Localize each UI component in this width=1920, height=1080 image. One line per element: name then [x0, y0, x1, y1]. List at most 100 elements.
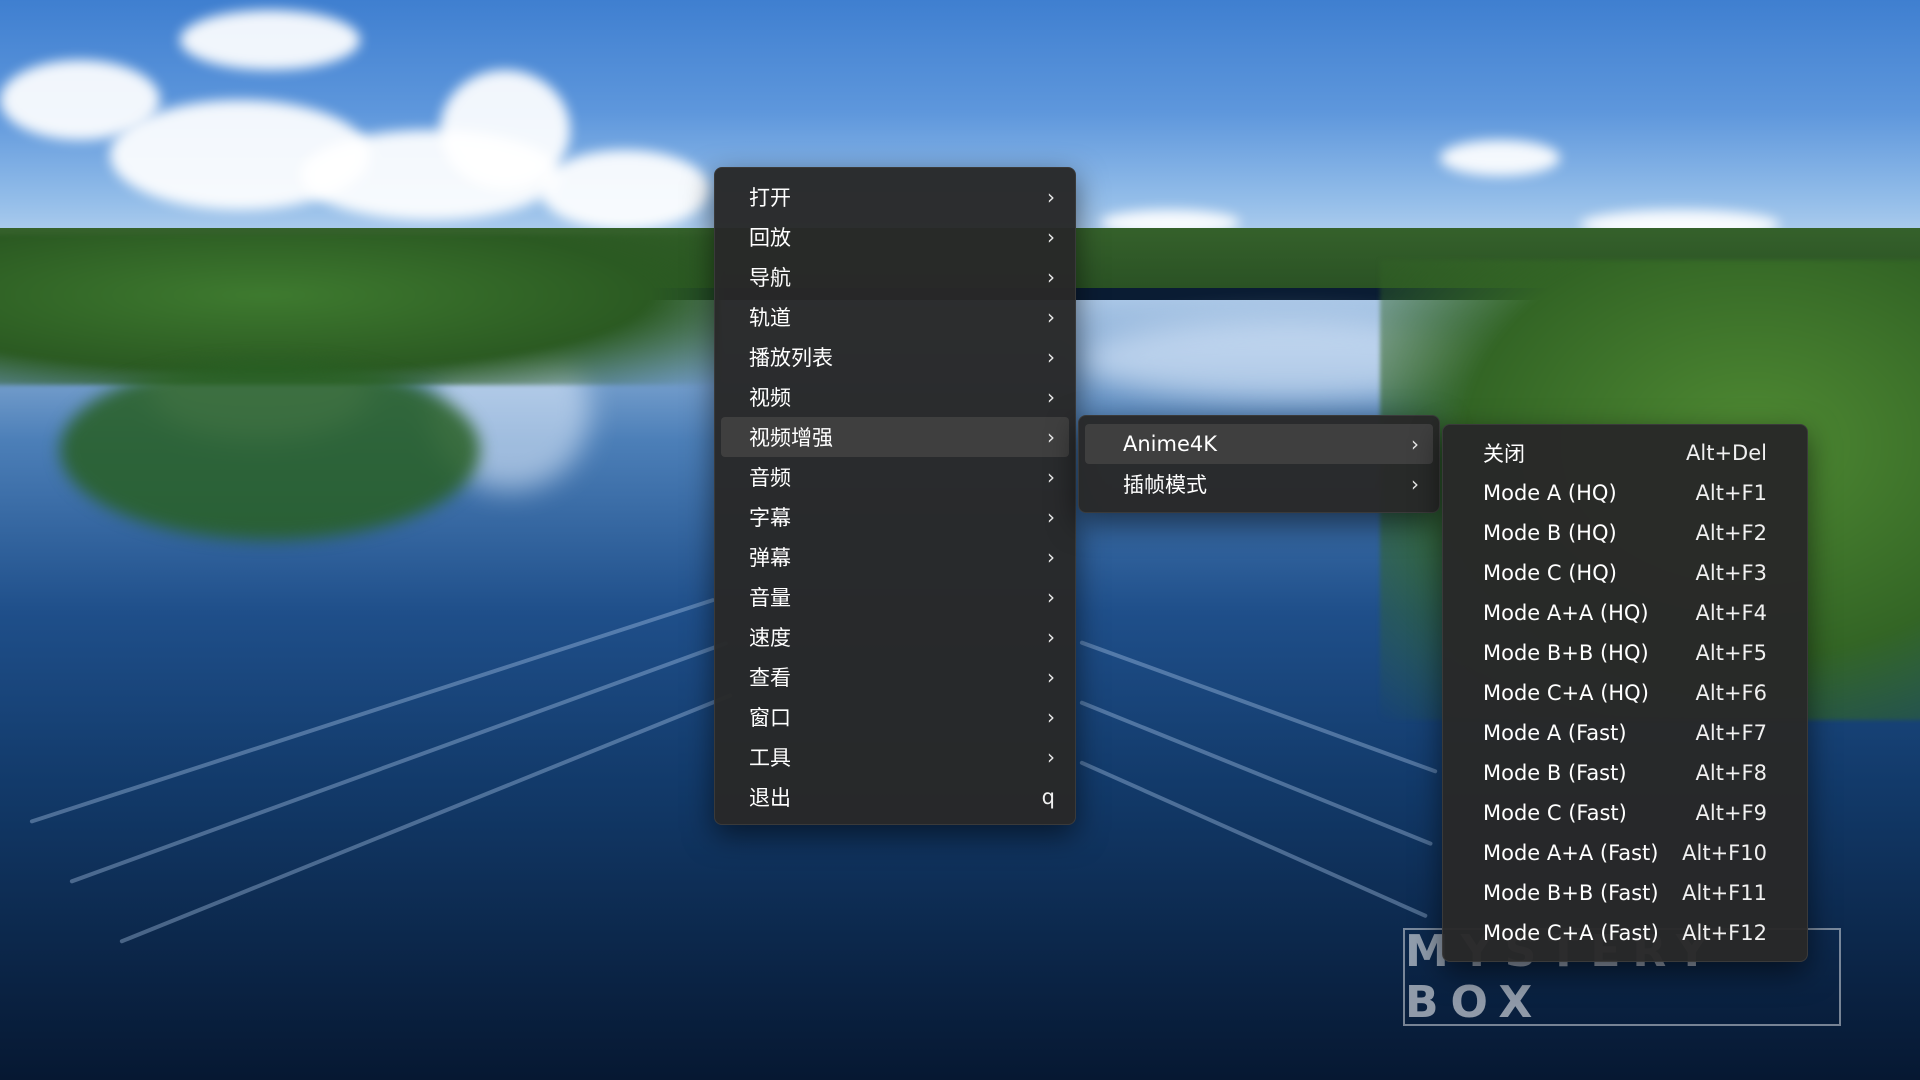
- context-menu-item[interactable]: 视频 ›: [721, 377, 1069, 417]
- menu-item-label: Mode B+B (Fast): [1483, 881, 1659, 905]
- chevron-right-icon: ›: [1047, 225, 1055, 249]
- context-menu-item[interactable]: 退出 q: [721, 777, 1069, 817]
- video-player-window[interactable]: MYSTERY BOX 打开›回放›导航›轨道›播放列表›视频›视频增强›音频›…: [0, 0, 1920, 1080]
- cloud: [540, 150, 710, 230]
- chevron-right-icon: ›: [1411, 432, 1419, 456]
- menu-item-label: Mode B (HQ): [1483, 521, 1617, 545]
- context-menu-item[interactable]: 音量 ›: [721, 577, 1069, 617]
- chevron-right-icon: ›: [1047, 545, 1055, 569]
- context-menu-item[interactable]: 工具 ›: [721, 737, 1069, 777]
- anime4k-mode-item[interactable]: Mode A+A (Fast) Alt+F10: [1449, 833, 1801, 873]
- anime4k-submenu: 关闭 Alt+Del Mode A (HQ) Alt+F1 Mode B (HQ) Alt…: [1442, 424, 1808, 962]
- chevron-right-icon: ›: [1047, 185, 1055, 209]
- chevron-right-icon: ›: [1047, 745, 1055, 769]
- menu-item-label: 查看: [749, 666, 791, 690]
- context-menu: 打开 › 回放 › 导航 › 轨道 › 播放列表 › 视频 › 视频增强 › 音频 › 字幕 › 弹幕 › 音量 › 速度 ›…: [714, 167, 1076, 825]
- anime4k-mode-item[interactable]: Mode B+B (Fast) Alt+F11: [1449, 873, 1801, 913]
- context-menu-item[interactable]: 轨道 ›: [721, 297, 1069, 337]
- shortcut-hint: Alt+F1: [1695, 481, 1767, 505]
- chevron-right-icon: ›: [1411, 472, 1419, 496]
- anime4k-mode-item[interactable]: Mode B+B (HQ) Alt+F5: [1449, 633, 1801, 673]
- chevron-right-icon: ›: [1047, 465, 1055, 489]
- context-menu-item[interactable]: 速度 ›: [721, 617, 1069, 657]
- left-vegetation: [0, 235, 720, 385]
- menu-item-label: Mode C+A (Fast): [1483, 921, 1659, 945]
- chevron-right-icon: ›: [1047, 705, 1055, 729]
- menu-item-label: 轨道: [749, 306, 791, 330]
- chevron-right-icon: ›: [1047, 385, 1055, 409]
- shortcut-hint: Alt+F9: [1695, 801, 1767, 825]
- menu-item-label: Mode A+A (Fast): [1483, 841, 1659, 865]
- context-menu-item[interactable]: 回放 ›: [721, 217, 1069, 257]
- menu-item-label: 音量: [749, 586, 791, 610]
- menu-item-label: 导航: [749, 266, 791, 290]
- anime4k-mode-item[interactable]: Mode A+A (HQ) Alt+F4: [1449, 593, 1801, 633]
- shortcut-hint: Alt+F5: [1695, 641, 1767, 665]
- menu-item-label: Mode A (Fast): [1483, 721, 1627, 745]
- menu-item-label: 窗口: [749, 706, 791, 730]
- shortcut-hint: Alt+F12: [1682, 921, 1767, 945]
- menu-item-label: Mode C (HQ): [1483, 561, 1617, 585]
- anime4k-mode-item[interactable]: Mode B (HQ) Alt+F2: [1449, 513, 1801, 553]
- anime4k-mode-item[interactable]: Mode C+A (Fast) Alt+F12: [1449, 913, 1801, 953]
- menu-item-label: 回放: [749, 226, 791, 250]
- context-menu-item[interactable]: 打开 ›: [721, 177, 1069, 217]
- video-enhance-menu-item[interactable]: Anime4K ›: [1085, 424, 1433, 464]
- menu-item-label: 工具: [749, 746, 791, 770]
- anime4k-mode-item[interactable]: Mode A (HQ) Alt+F1: [1449, 473, 1801, 513]
- menu-item-label: Mode B (Fast): [1483, 761, 1627, 785]
- menu-item-label: Mode C+A (HQ): [1483, 681, 1649, 705]
- menu-item-label: Mode B+B (HQ): [1483, 641, 1649, 665]
- shortcut-hint: q: [1041, 785, 1055, 809]
- cloud: [1440, 140, 1560, 176]
- menu-item-label: 音频: [749, 466, 791, 490]
- context-menu-item[interactable]: 播放列表 ›: [721, 337, 1069, 377]
- context-menu-item[interactable]: 窗口 ›: [721, 697, 1069, 737]
- chevron-right-icon: ›: [1047, 425, 1055, 449]
- menu-item-label: 视频: [749, 386, 791, 410]
- context-menu-item[interactable]: 音频 ›: [721, 457, 1069, 497]
- menu-item-label: 退出: [749, 786, 791, 810]
- context-menu-item[interactable]: 弹幕 ›: [721, 537, 1069, 577]
- menu-item-label: 视频增强: [749, 426, 833, 450]
- shortcut-hint: Alt+F2: [1695, 521, 1767, 545]
- menu-item-label: 关闭: [1483, 442, 1525, 466]
- shortcut-hint: Alt+F11: [1682, 881, 1767, 905]
- menu-item-label: Mode A (HQ): [1483, 481, 1617, 505]
- shortcut-hint: Alt+F6: [1695, 681, 1767, 705]
- chevron-right-icon: ›: [1047, 665, 1055, 689]
- menu-item-label: 打开: [749, 186, 791, 210]
- chevron-right-icon: ›: [1047, 585, 1055, 609]
- video-enhance-menu-item[interactable]: 插帧模式 ›: [1085, 464, 1433, 504]
- shortcut-hint: Alt+F4: [1695, 601, 1767, 625]
- context-menu-item[interactable]: 视频增强 ›: [721, 417, 1069, 457]
- context-menu-item[interactable]: 导航 ›: [721, 257, 1069, 297]
- menu-item-label: Mode C (Fast): [1483, 801, 1627, 825]
- chevron-right-icon: ›: [1047, 625, 1055, 649]
- menu-item-label: 速度: [749, 626, 791, 650]
- chevron-right-icon: ›: [1047, 505, 1055, 529]
- chevron-right-icon: ›: [1047, 265, 1055, 289]
- anime4k-mode-item[interactable]: Mode C (Fast) Alt+F9: [1449, 793, 1801, 833]
- cloud: [180, 10, 360, 70]
- context-menu-item[interactable]: 字幕 ›: [721, 497, 1069, 537]
- context-menu-item[interactable]: 查看 ›: [721, 657, 1069, 697]
- anime4k-mode-item[interactable]: Mode C (HQ) Alt+F3: [1449, 553, 1801, 593]
- menu-item-label: Mode A+A (HQ): [1483, 601, 1649, 625]
- shortcut-hint: Alt+F7: [1695, 721, 1767, 745]
- menu-item-label: 播放列表: [749, 346, 833, 370]
- shortcut-hint: Alt+F10: [1682, 841, 1767, 865]
- shortcut-hint: Alt+F3: [1695, 561, 1767, 585]
- chevron-right-icon: ›: [1047, 345, 1055, 369]
- anime4k-mode-item[interactable]: 关闭 Alt+Del: [1449, 433, 1801, 473]
- menu-item-label: 插帧模式: [1123, 473, 1207, 497]
- menu-item-label: 弹幕: [749, 546, 791, 570]
- anime4k-mode-item[interactable]: Mode B (Fast) Alt+F8: [1449, 753, 1801, 793]
- menu-item-label: Anime4K: [1123, 432, 1218, 456]
- menu-item-label: 字幕: [749, 506, 791, 530]
- shortcut-hint: Alt+F8: [1695, 761, 1767, 785]
- anime4k-mode-item[interactable]: Mode A (Fast) Alt+F7: [1449, 713, 1801, 753]
- shortcut-hint: Alt+Del: [1686, 441, 1767, 465]
- video-enhance-submenu: Anime4K › 插帧模式 ›: [1078, 415, 1440, 513]
- anime4k-mode-item[interactable]: Mode C+A (HQ) Alt+F6: [1449, 673, 1801, 713]
